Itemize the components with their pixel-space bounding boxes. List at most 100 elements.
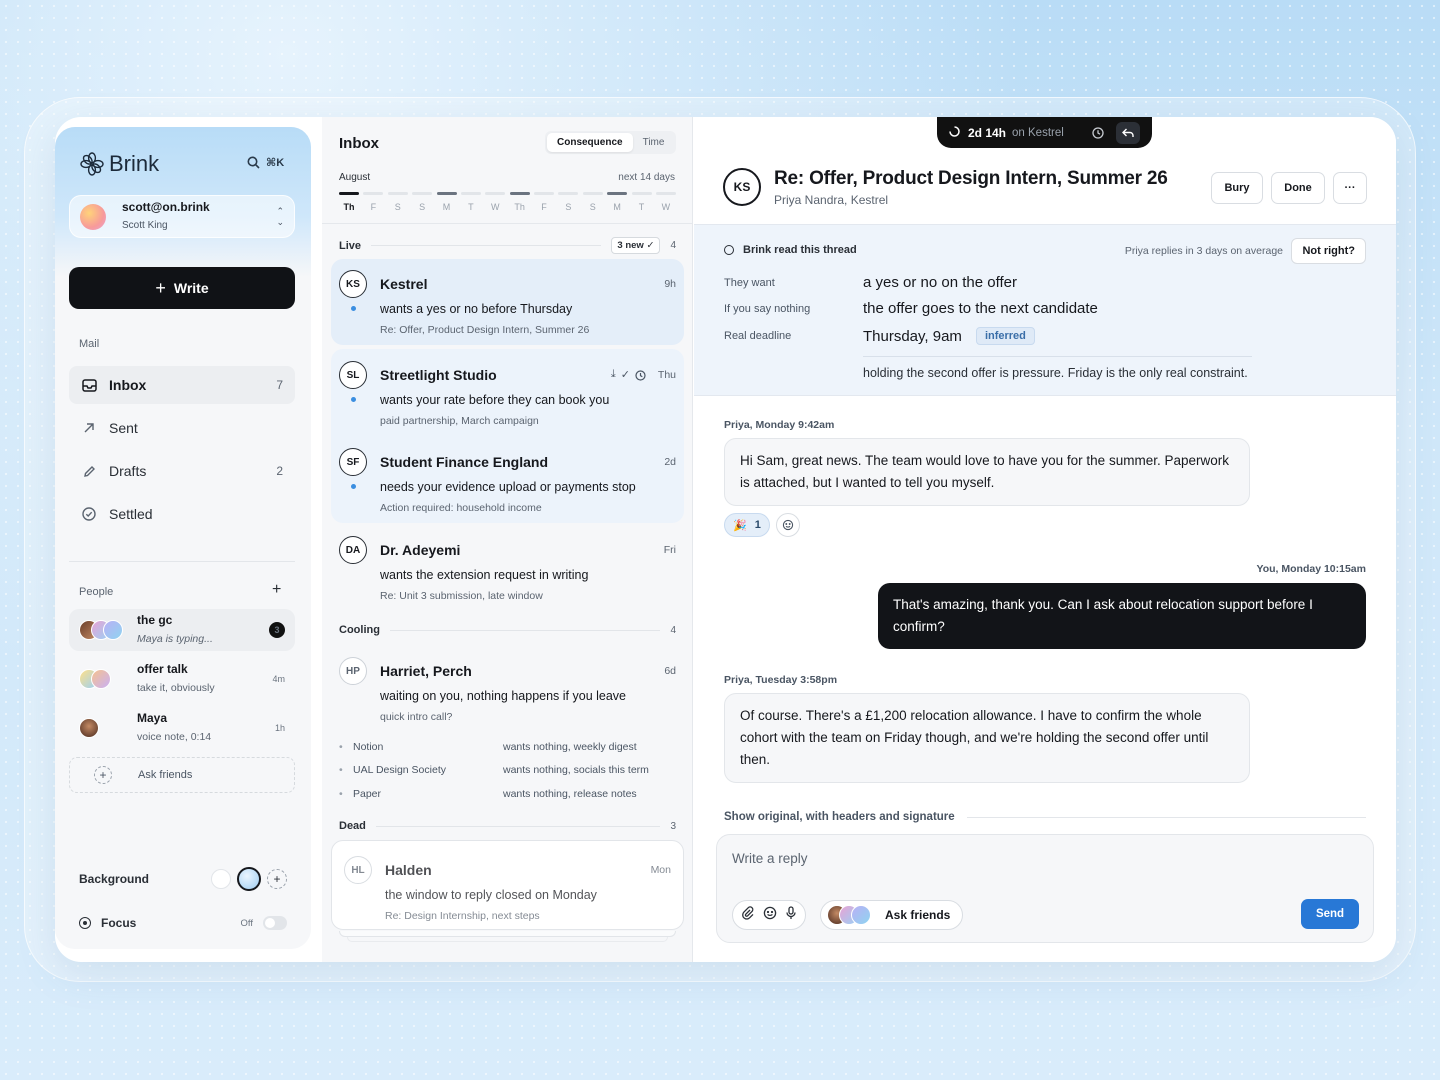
unread-dot (351, 306, 356, 311)
calendar-day[interactable]: F (363, 192, 384, 212)
calendar-day[interactable]: M (436, 192, 457, 212)
background-swatch-sky[interactable] (237, 867, 261, 891)
reply-input[interactable]: Write a reply (732, 851, 808, 866)
brief-row-nothing: If you say nothing the offer goes to the … (724, 300, 1098, 317)
message-meta: Priya, Monday 9:42am (724, 419, 835, 431)
nav-item-settled[interactable]: Settled (69, 495, 295, 533)
add-background-button[interactable]: + (267, 869, 287, 889)
calendar-strip: Th F S S M T W Th F S S M T W (339, 192, 676, 212)
write-label: Write (173, 280, 209, 296)
brief-status: Brink read this thread (724, 244, 857, 256)
inbox-list: Inbox Consequence Time August next 14 da… (322, 117, 693, 962)
inferred-tag: inferred (975, 327, 1035, 345)
calendar-day[interactable]: W (655, 192, 676, 212)
sidebar: Brink ⌘K scott@on.brink Scott King ⌃ ⌄ + … (55, 127, 311, 949)
reply-composer: Write a reply Ask friends Send (716, 834, 1374, 943)
nav-item-sent[interactable]: Sent (69, 409, 295, 447)
calendar-day[interactable]: S (387, 192, 408, 212)
not-right-button[interactable]: Not right? (1291, 238, 1366, 264)
low-item-paper[interactable]: • Paper wants nothing, release notes (339, 788, 676, 800)
calendar-day[interactable]: Th (509, 192, 530, 212)
show-original-link[interactable]: Show original, with headers and signatur… (724, 811, 1366, 823)
calendar-day[interactable]: M (607, 192, 628, 212)
message-item-adeyemi[interactable]: DA Dr. Adeyemi Fri wants the extension r… (331, 528, 684, 610)
check-icon[interactable]: ✓ (621, 368, 630, 386)
plus-icon: + (155, 277, 166, 298)
ask-friends-button[interactable]: + Ask friends (69, 757, 295, 793)
composer-ask-friends-button[interactable]: Ask friends (820, 900, 964, 930)
brink-flower-icon (79, 151, 105, 177)
snooze-clock-icon[interactable] (1086, 122, 1110, 144)
paperclip-icon[interactable] (741, 905, 755, 925)
person-item-maya[interactable]: Maya voice note, 0:14 1h (69, 707, 295, 749)
done-button[interactable]: Done (1271, 172, 1325, 204)
message-item-kestrel[interactable]: KS Kestrel 9h wants a yes or no before T… (331, 262, 684, 344)
sort-option-time[interactable]: Time (633, 133, 675, 152)
plus-circle-icon: + (94, 766, 112, 784)
search-icon (247, 156, 260, 169)
brief-note: holding the second offer is pressure. Fr… (863, 366, 1248, 380)
brief-row-deadline: Real deadline Thursday, 9am inferred (724, 327, 1344, 345)
add-person-button[interactable]: + (272, 581, 281, 599)
message-item-harriet[interactable]: HP Harriet, Perch 6d waiting on you, not… (331, 649, 684, 731)
reaction-party[interactable]: 🎉 1 (724, 513, 770, 537)
reactions: 🎉 1 (724, 513, 800, 537)
calendar-day[interactable]: T (631, 192, 652, 212)
thread-title: Re: Offer, Product Design Intern, Summer… (774, 168, 1168, 189)
focus-toggle[interactable] (263, 916, 287, 930)
person-item-the-gc[interactable]: the gc Maya is typing... 3 (69, 609, 295, 651)
calendar-day[interactable]: S (558, 192, 579, 212)
emoji-icon[interactable] (763, 906, 777, 925)
nav-item-drafts[interactable]: Drafts 2 (69, 452, 295, 490)
search-button[interactable]: ⌘K (247, 156, 284, 169)
bury-button[interactable]: Bury (1211, 172, 1263, 204)
sort-option-consequence[interactable]: Consequence (547, 133, 633, 152)
background-swatch-white[interactable] (211, 869, 231, 889)
bury-icon[interactable]: ⤓ (611, 368, 616, 386)
unread-dot (351, 397, 356, 402)
calendar-day[interactable]: T (460, 192, 481, 212)
microphone-icon[interactable] (785, 905, 797, 925)
message-item-student-finance[interactable]: SF Student Finance England 2d needs your… (331, 440, 684, 522)
calendar-day[interactable]: F (534, 192, 554, 212)
target-icon (79, 917, 91, 929)
avatar (79, 718, 127, 738)
calendar-day[interactable]: S (582, 192, 603, 212)
search-shortcut: ⌘K (266, 157, 285, 169)
write-button[interactable]: + Write (69, 267, 295, 309)
inbox-title: Inbox (339, 135, 379, 152)
spinner-icon (949, 125, 960, 140)
account-switcher[interactable]: scott@on.brink Scott King ⌃ ⌄ (69, 195, 295, 238)
add-reaction-icon[interactable] (775, 513, 800, 537)
sender-avatar: HL (344, 856, 372, 884)
low-item-ual[interactable]: • UAL Design Society wants nothing, social… (339, 764, 676, 776)
mail-section-label: Mail (79, 338, 100, 350)
message-item-streetlight[interactable]: SL Streetlight Studio ⤓ ✓ Thu wants your… (331, 353, 684, 435)
send-button[interactable]: Send (1301, 899, 1359, 929)
divider (69, 561, 295, 562)
calendar-day[interactable]: W (485, 192, 506, 212)
low-item-notion[interactable]: • Notion wants nothing, weekly digest (339, 741, 676, 753)
message-bubble-incoming: Of course. There's a £1,200 relocation a… (724, 693, 1250, 783)
check-circle-icon (81, 507, 97, 521)
person-item-offer-talk[interactable]: offer talk take it, obviously 4m (69, 658, 295, 700)
calendar-month: August (339, 172, 371, 183)
timer-target: on Kestrel (1012, 126, 1064, 139)
message-bubble-incoming: Hi Sam, great news. The team would love … (724, 438, 1250, 506)
account-email: scott@on.brink (122, 199, 210, 214)
calendar-day[interactable]: S (412, 192, 433, 212)
message-item-halden[interactable]: HL Halden Mon the window to reply closed… (336, 848, 679, 930)
sort-toggle: Consequence Time (545, 131, 677, 154)
nav-item-inbox[interactable]: Inbox 7 (69, 366, 295, 404)
new-filter-pill[interactable]: 3 new ✓ (611, 237, 661, 254)
more-button[interactable]: ··· (1333, 172, 1367, 204)
sender-avatar: SL (339, 361, 367, 389)
thread-avatar: KS (723, 168, 761, 206)
clock-icon[interactable] (635, 368, 646, 386)
focus-setting: Focus Off (79, 916, 287, 930)
message-bubble-outgoing: That's amazing, thank you. Can I ask abo… (878, 583, 1366, 649)
reply-arrow-icon[interactable] (1116, 121, 1140, 144)
sender-avatar: DA (339, 536, 367, 564)
calendar-day[interactable]: Th (339, 192, 359, 212)
group-avatars (79, 669, 127, 689)
